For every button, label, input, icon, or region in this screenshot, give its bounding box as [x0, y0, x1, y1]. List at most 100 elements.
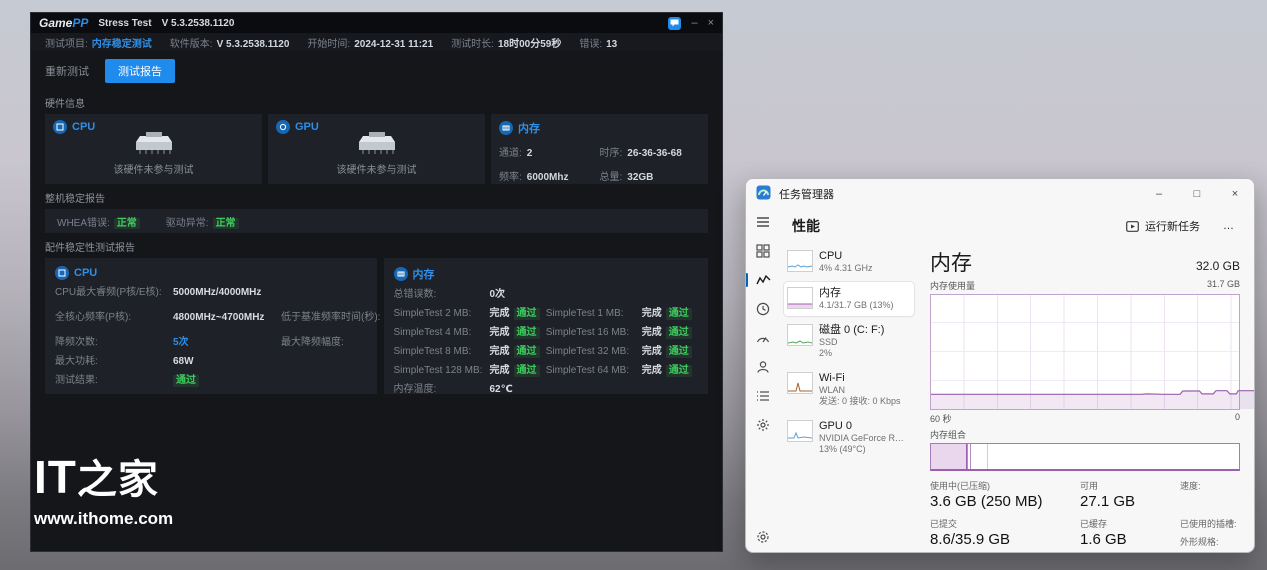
summary-item: 错误:13 — [579, 35, 617, 50]
cpu-mini-graph — [787, 250, 813, 272]
stat-label: 使用中(已压缩) — [930, 479, 1080, 492]
gpu-card-caption: 该硬件未参与测试 — [337, 161, 417, 176]
stability-label: 驱动异常: — [166, 218, 209, 229]
stability-panel: WHEA错误:正常 驱动异常:正常 — [45, 209, 708, 233]
memtest-label: SimpleTest 1 MB: — [546, 308, 642, 320]
composition-segment-inuse — [931, 444, 967, 469]
gamepp-logo: GamePP — [39, 16, 88, 30]
cpu-icon — [55, 266, 69, 280]
minimize-button[interactable]: – — [1140, 179, 1178, 209]
memtest-status: 完成 — [642, 365, 662, 377]
close-button[interactable]: × — [708, 17, 714, 29]
summary-item: 测试时长: 18时00分59秒 — [451, 35, 561, 50]
taskmgr-titlebar: 任务管理器 – □ × — [746, 179, 1254, 209]
sidebar-item-cpu[interactable]: CPU4% 4.31 GHz — [784, 245, 914, 279]
stability-item: 驱动异常:正常 — [166, 214, 239, 229]
feedback-icon[interactable] — [668, 17, 681, 30]
stat-slots-used: 已使用的插槽:2/4 — [1180, 517, 1255, 530]
memory-composition-bar — [930, 443, 1240, 471]
report-value: 0次 — [490, 289, 506, 301]
sidebar-item-name: Wi-Fi — [819, 372, 901, 385]
stat-label: 已缓存 — [1080, 517, 1170, 530]
memtest-label: SimpleTest 16 MB: — [546, 327, 642, 339]
report-value: 62℃ — [490, 384, 513, 396]
stat-label: 可用 — [1080, 479, 1170, 492]
sidebar-item-name: 内存 — [819, 287, 894, 300]
report-label: 测试结果: — [55, 375, 173, 387]
action-row: 重新测试 测试报告 — [31, 51, 722, 89]
settings-gear-icon[interactable] — [752, 528, 774, 546]
spec-value: 6000Mhz — [527, 172, 569, 183]
memtest-label: SimpleTest 32 MB: — [546, 346, 642, 358]
composition-segment-free — [988, 444, 1239, 469]
report-value: 4800MHz~4700MHz — [173, 312, 281, 324]
summary-value: V 5.3.2538.1120 — [217, 39, 290, 50]
usage-graph-max: 31.7 GB — [1207, 279, 1240, 292]
report-value: 5000MHz/4000MHz — [173, 287, 261, 299]
maximize-button[interactable]: □ — [1178, 179, 1216, 209]
stat-label: 已使用的插槽: — [1180, 517, 1255, 530]
memory-detail-panel: 内存 32.0 GB 内存使用量 31.7 GB 60 秒 0 — [916, 243, 1254, 553]
report-value: 5次 — [173, 337, 281, 349]
memtest-status: 完成 — [490, 327, 510, 339]
stat-in-use: 使用中(已压缩)3.6 GB (250 MB) — [930, 479, 1080, 510]
stat-form-factor: 外形规格:DIMM — [1180, 535, 1255, 548]
run-new-task-button[interactable]: 运行新任务 — [1118, 214, 1208, 238]
sidebar-item-sub: 13% (49°C) — [819, 444, 905, 455]
sidebar-item-sub: 发送: 0 接收: 0 Kbps — [819, 396, 901, 407]
cpu-image — [132, 130, 176, 159]
test-report-button[interactable]: 测试报告 — [105, 59, 175, 83]
nav-details-icon[interactable] — [752, 387, 774, 405]
memory-total-capacity: 32.0 GB — [1196, 259, 1240, 273]
ithome-logo: IT之家 — [34, 452, 173, 503]
sidebar-item-gpu[interactable]: GPU 0NVIDIA GeForce RT...13% (49°C) — [784, 415, 914, 460]
stat-value: 1.6 GB — [1080, 531, 1170, 548]
minimize-button[interactable]: – — [691, 17, 697, 29]
wifi-mini-graph — [787, 372, 813, 394]
test-summary-bar: 测试项目:内存稳定测试 软件版本:V 5.3.2538.1120 开始时间:20… — [31, 33, 722, 51]
sidebar-item-memory[interactable]: 内存4.1/31.7 GB (13%) — [784, 282, 914, 316]
sidebar-item-disk[interactable]: 磁盘 0 (C: F:)SSD2% — [784, 319, 914, 364]
memory-mini-graph — [787, 287, 813, 309]
memory-title: 内存 — [930, 247, 972, 277]
memtest-row: SimpleTest 32 MB:完成通过 — [546, 346, 698, 358]
summary-label: 测试时长: — [451, 39, 494, 50]
memtest-result: 通过 — [666, 346, 692, 358]
memory-report-card: 内存 总错误数:0次 SimpleTest 2 MB:完成通过 SimpleTe… — [384, 258, 709, 394]
summary-label: 测试项目: — [45, 39, 88, 50]
run-new-task-label: 运行新任务 — [1145, 218, 1200, 234]
memtest-row: SimpleTest 4 MB:完成通过 — [394, 327, 546, 339]
nav-performance-icon[interactable] — [752, 271, 774, 289]
nav-services-icon[interactable] — [752, 416, 774, 434]
sidebar-item-sub: 4% 4.31 GHz — [819, 263, 873, 274]
run-new-task-icon — [1126, 221, 1139, 232]
nav-menu-icon[interactable] — [752, 213, 774, 231]
performance-header: 性能 运行新任务 … — [780, 209, 1254, 243]
memory-spec: 通道:2 — [499, 144, 600, 159]
gpu-card: GPU 该硬件未参与测试 — [268, 114, 485, 184]
stat-available: 可用27.1 GB — [1080, 479, 1170, 510]
memtest-status: 完成 — [642, 346, 662, 358]
taskmgr-app-icon — [756, 185, 771, 203]
memory-usage-line — [931, 295, 1255, 409]
retest-button[interactable]: 重新测试 — [45, 63, 89, 79]
spec-value: 2 — [527, 148, 533, 159]
nav-users-icon[interactable] — [752, 358, 774, 376]
nav-startup-apps-icon[interactable] — [752, 329, 774, 347]
app-mode-label: Stress Test — [98, 18, 151, 29]
sidebar-item-wifi[interactable]: Wi-FiWLAN发送: 0 接收: 0 Kbps — [784, 367, 914, 412]
app-version: V 5.3.2538.1120 — [162, 18, 235, 29]
stat-speed: 速度:6000 MT/秒 — [1180, 479, 1255, 512]
close-button[interactable]: × — [1216, 179, 1254, 209]
summary-label: 错误: — [579, 39, 602, 50]
stability-value: 正常 — [114, 218, 140, 229]
more-options-button[interactable]: … — [1216, 220, 1242, 232]
memory-spec: 频率:6000Mhz — [499, 168, 600, 183]
nav-processes-icon[interactable] — [752, 242, 774, 260]
nav-app-history-icon[interactable] — [752, 300, 774, 318]
ithome-watermark: IT之家 www.ithome.com — [34, 452, 173, 529]
memory-usage-graph — [930, 294, 1240, 410]
summary-value: 18时00分59秒 — [498, 39, 561, 50]
hardware-cards: CPU 该硬件未参与测试 GPU 该硬件未参与测试 内存 通道:2 时序:26-… — [31, 114, 722, 184]
memtest-label: SimpleTest 4 MB: — [394, 327, 490, 339]
